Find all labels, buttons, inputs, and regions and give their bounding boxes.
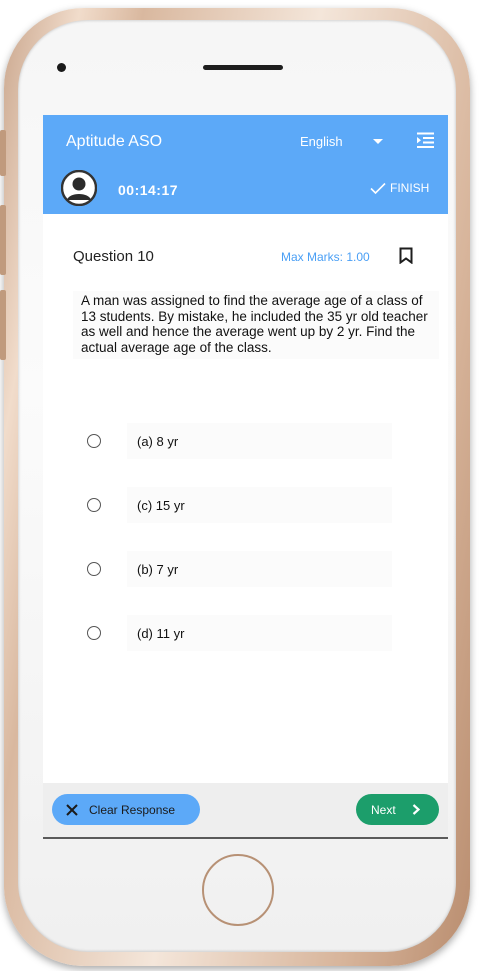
option-b[interactable]: (b) 7 yr (87, 551, 397, 587)
close-icon (66, 803, 78, 816)
question-number: Question 10 (73, 248, 154, 265)
clear-response-button[interactable]: Clear Response (52, 794, 200, 825)
chevron-right-icon (412, 804, 420, 815)
radio-button[interactable] (87, 498, 101, 512)
footer-bar: Clear Response Next (43, 783, 448, 837)
finish-button[interactable]: FINISH (370, 180, 429, 196)
radio-button[interactable] (87, 434, 101, 448)
radio-button[interactable] (87, 562, 101, 576)
radio-button[interactable] (87, 626, 101, 640)
check-icon (370, 182, 386, 194)
menu-lines-icon[interactable] (417, 132, 434, 149)
option-d[interactable]: (d) 11 yr (87, 615, 397, 651)
phone-volume-down-button (0, 290, 6, 360)
phone-side-button (0, 130, 6, 176)
stage: Aptitude ASO English 00:14:17 FINISH Que… (0, 0, 479, 971)
earpiece-speaker (203, 65, 283, 70)
max-marks: Max Marks: 1.00 (281, 250, 370, 264)
question-text: A man was assigned to find the average a… (73, 291, 439, 359)
option-label: (d) 11 yr (127, 615, 392, 651)
app-title: Aptitude ASO (66, 133, 163, 150)
option-c[interactable]: (c) 15 yr (87, 487, 397, 523)
next-button[interactable]: Next (356, 794, 439, 825)
phone-volume-up-button (0, 205, 6, 275)
option-label: (b) 7 yr (127, 551, 392, 587)
bookmark-icon[interactable] (399, 247, 413, 264)
next-label: Next (371, 802, 396, 817)
caret-down-icon[interactable] (373, 139, 383, 144)
app-screen: Aptitude ASO English 00:14:17 FINISH Que… (43, 115, 448, 839)
clear-response-label: Clear Response (89, 802, 176, 817)
front-camera (57, 63, 66, 72)
option-label: (c) 15 yr (127, 487, 392, 523)
option-label: (a) 8 yr (127, 423, 392, 459)
language-select[interactable]: English (300, 134, 343, 149)
exam-timer: 00:14:17 (118, 182, 179, 198)
app-header: Aptitude ASO English 00:14:17 FINISH (43, 115, 448, 214)
finish-label: FINISH (390, 181, 430, 195)
option-a[interactable]: (a) 8 yr (87, 423, 397, 459)
home-button[interactable] (202, 854, 274, 926)
user-avatar-icon (61, 170, 97, 206)
